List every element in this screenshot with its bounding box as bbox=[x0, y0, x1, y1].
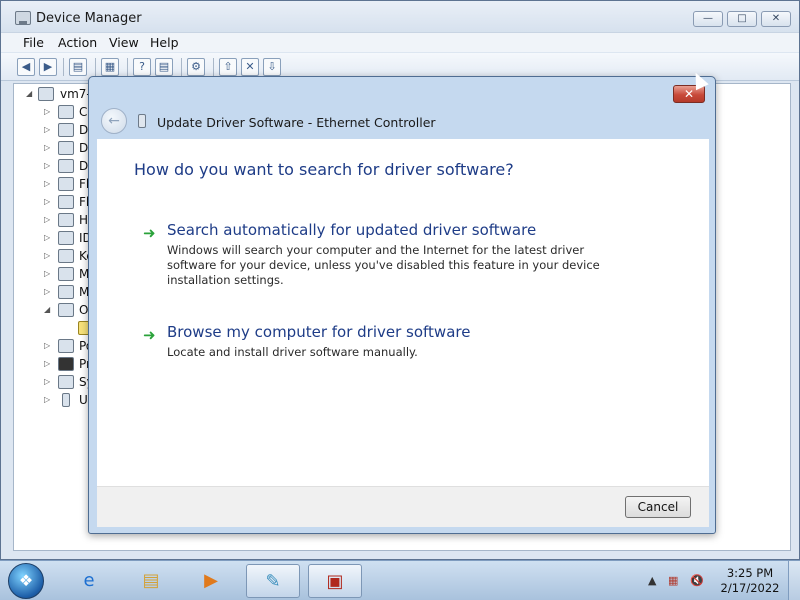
other-devices-icon bbox=[58, 303, 74, 317]
menu-file[interactable]: File bbox=[23, 35, 44, 50]
floppy-controller-icon bbox=[58, 177, 74, 191]
ide-controller-icon bbox=[58, 231, 74, 245]
action-pane-icon[interactable]: ▤ bbox=[155, 58, 173, 76]
usb-icon bbox=[62, 393, 70, 407]
scan-hardware-icon[interactable]: ⚙ bbox=[187, 58, 205, 76]
disable-device-icon[interactable]: ⇩ bbox=[263, 58, 281, 76]
toolbar-separator bbox=[181, 58, 182, 76]
back-arrow-icon[interactable]: ← bbox=[101, 108, 127, 134]
disk-drive-icon bbox=[58, 123, 74, 137]
menu-help[interactable]: Help bbox=[150, 35, 179, 50]
keyboard-icon bbox=[58, 249, 74, 263]
option-title: Browse my computer for driver software bbox=[167, 323, 471, 341]
system-devices-icon bbox=[58, 375, 74, 389]
expand-icon[interactable]: ▷ bbox=[44, 373, 50, 391]
option-description: Locate and install driver software manua… bbox=[167, 345, 418, 359]
expand-icon[interactable]: ▷ bbox=[44, 103, 50, 121]
expand-icon[interactable]: ▷ bbox=[44, 265, 50, 283]
notepad-icon[interactable]: ✎ bbox=[246, 564, 300, 598]
clock[interactable]: 3:25 PM 2/17/2022 bbox=[718, 566, 782, 596]
mouse-icon bbox=[58, 267, 74, 281]
cancel-button[interactable]: Cancel bbox=[625, 496, 691, 518]
expand-icon[interactable]: ▷ bbox=[44, 193, 50, 211]
update-driver-icon[interactable]: ⇧ bbox=[219, 58, 237, 76]
monitor-icon bbox=[58, 285, 74, 299]
option-title: Search automatically for updated driver … bbox=[167, 221, 537, 239]
processor-icon bbox=[58, 357, 74, 371]
search-automatically-option[interactable]: ➜ Search automatically for updated drive… bbox=[143, 221, 663, 291]
floppy-drive-icon bbox=[58, 195, 74, 209]
expand-icon[interactable]: ▷ bbox=[44, 229, 50, 247]
device-icon bbox=[138, 114, 146, 128]
collapse-icon[interactable]: ◢ bbox=[26, 85, 32, 103]
media-player-icon[interactable]: ▶ bbox=[184, 564, 238, 598]
collapse-icon[interactable]: ◢ bbox=[44, 301, 50, 319]
show-hide-tree-icon[interactable]: ▤ bbox=[69, 58, 87, 76]
dialog-footer: Cancel bbox=[97, 486, 709, 527]
maximize-button[interactable]: □ bbox=[727, 11, 757, 27]
green-arrow-icon: ➜ bbox=[143, 326, 156, 344]
show-desktop-button[interactable] bbox=[788, 561, 800, 600]
expand-icon[interactable]: ▷ bbox=[44, 211, 50, 229]
show-hidden-icons-icon[interactable]: ▲ bbox=[648, 574, 656, 587]
clock-time: 3:25 PM bbox=[726, 566, 774, 580]
toolbar-separator bbox=[213, 58, 214, 76]
update-driver-dialog: ✕ ← Update Driver Software - Ethernet Co… bbox=[88, 76, 716, 534]
browse-computer-option[interactable]: ➜ Browse my computer for driver software… bbox=[143, 323, 663, 363]
expand-icon[interactable]: ▷ bbox=[44, 139, 50, 157]
uninstall-icon[interactable]: ✕ bbox=[241, 58, 259, 76]
clock-date: 2/17/2022 bbox=[720, 581, 780, 595]
folder-icon[interactable]: ▤ bbox=[124, 564, 178, 598]
taskbar: ❖ e ▤ ▶ ✎ ▣ ▲ ▦ 🔇 3:25 PM 2/17/2022 bbox=[0, 560, 800, 600]
properties-icon[interactable]: ▦ bbox=[101, 58, 119, 76]
expand-icon[interactable]: ▷ bbox=[44, 247, 50, 265]
expand-icon[interactable]: ▷ bbox=[44, 337, 50, 355]
start-button[interactable]: ❖ bbox=[8, 563, 44, 599]
dialog-question: How do you want to search for driver sof… bbox=[134, 160, 514, 179]
device-manager-icon bbox=[15, 11, 31, 25]
menu-view[interactable]: View bbox=[109, 35, 139, 50]
dialog-title: Update Driver Software - Ethernet Contro… bbox=[157, 115, 436, 130]
toolbox-icon[interactable]: ▣ bbox=[308, 564, 362, 598]
ie-icon[interactable]: e bbox=[62, 564, 116, 598]
toolbar-separator bbox=[63, 58, 64, 76]
dvd-drive-icon bbox=[58, 159, 74, 173]
menu-action[interactable]: Action bbox=[58, 35, 97, 50]
hid-icon bbox=[58, 213, 74, 227]
computer-icon bbox=[38, 87, 54, 101]
speaker-muted-icon[interactable]: 🔇 bbox=[690, 574, 704, 587]
port-icon bbox=[58, 339, 74, 353]
expand-icon[interactable]: ▷ bbox=[44, 157, 50, 175]
expand-icon[interactable]: ▷ bbox=[44, 283, 50, 301]
computer-icon bbox=[58, 105, 74, 119]
expand-icon[interactable]: ▷ bbox=[44, 175, 50, 193]
option-description: Windows will search your computer and th… bbox=[167, 243, 600, 287]
close-window-button[interactable]: ✕ bbox=[761, 11, 791, 27]
network-icon[interactable]: ▦ bbox=[668, 574, 678, 587]
help-icon[interactable]: ? bbox=[133, 58, 151, 76]
menu-bar: File Action View Help bbox=[1, 32, 799, 52]
minimize-button[interactable]: — bbox=[693, 11, 723, 27]
window-title: Device Manager bbox=[36, 11, 142, 26]
display-adapter-icon bbox=[58, 141, 74, 155]
forward-icon[interactable]: ▶ bbox=[39, 58, 57, 76]
title-bar: Device Manager — □ ✕ bbox=[1, 1, 799, 33]
toolbar-separator bbox=[95, 58, 96, 76]
expand-icon[interactable]: ▷ bbox=[44, 355, 50, 373]
green-arrow-icon: ➜ bbox=[143, 224, 156, 242]
dialog-body: How do you want to search for driver sof… bbox=[97, 139, 709, 486]
dialog-header: ← Update Driver Software - Ethernet Cont… bbox=[97, 103, 709, 139]
expand-icon[interactable]: ▷ bbox=[44, 391, 50, 409]
expand-icon[interactable]: ▷ bbox=[44, 121, 50, 139]
back-icon[interactable]: ◀ bbox=[17, 58, 35, 76]
toolbar-separator bbox=[127, 58, 128, 76]
